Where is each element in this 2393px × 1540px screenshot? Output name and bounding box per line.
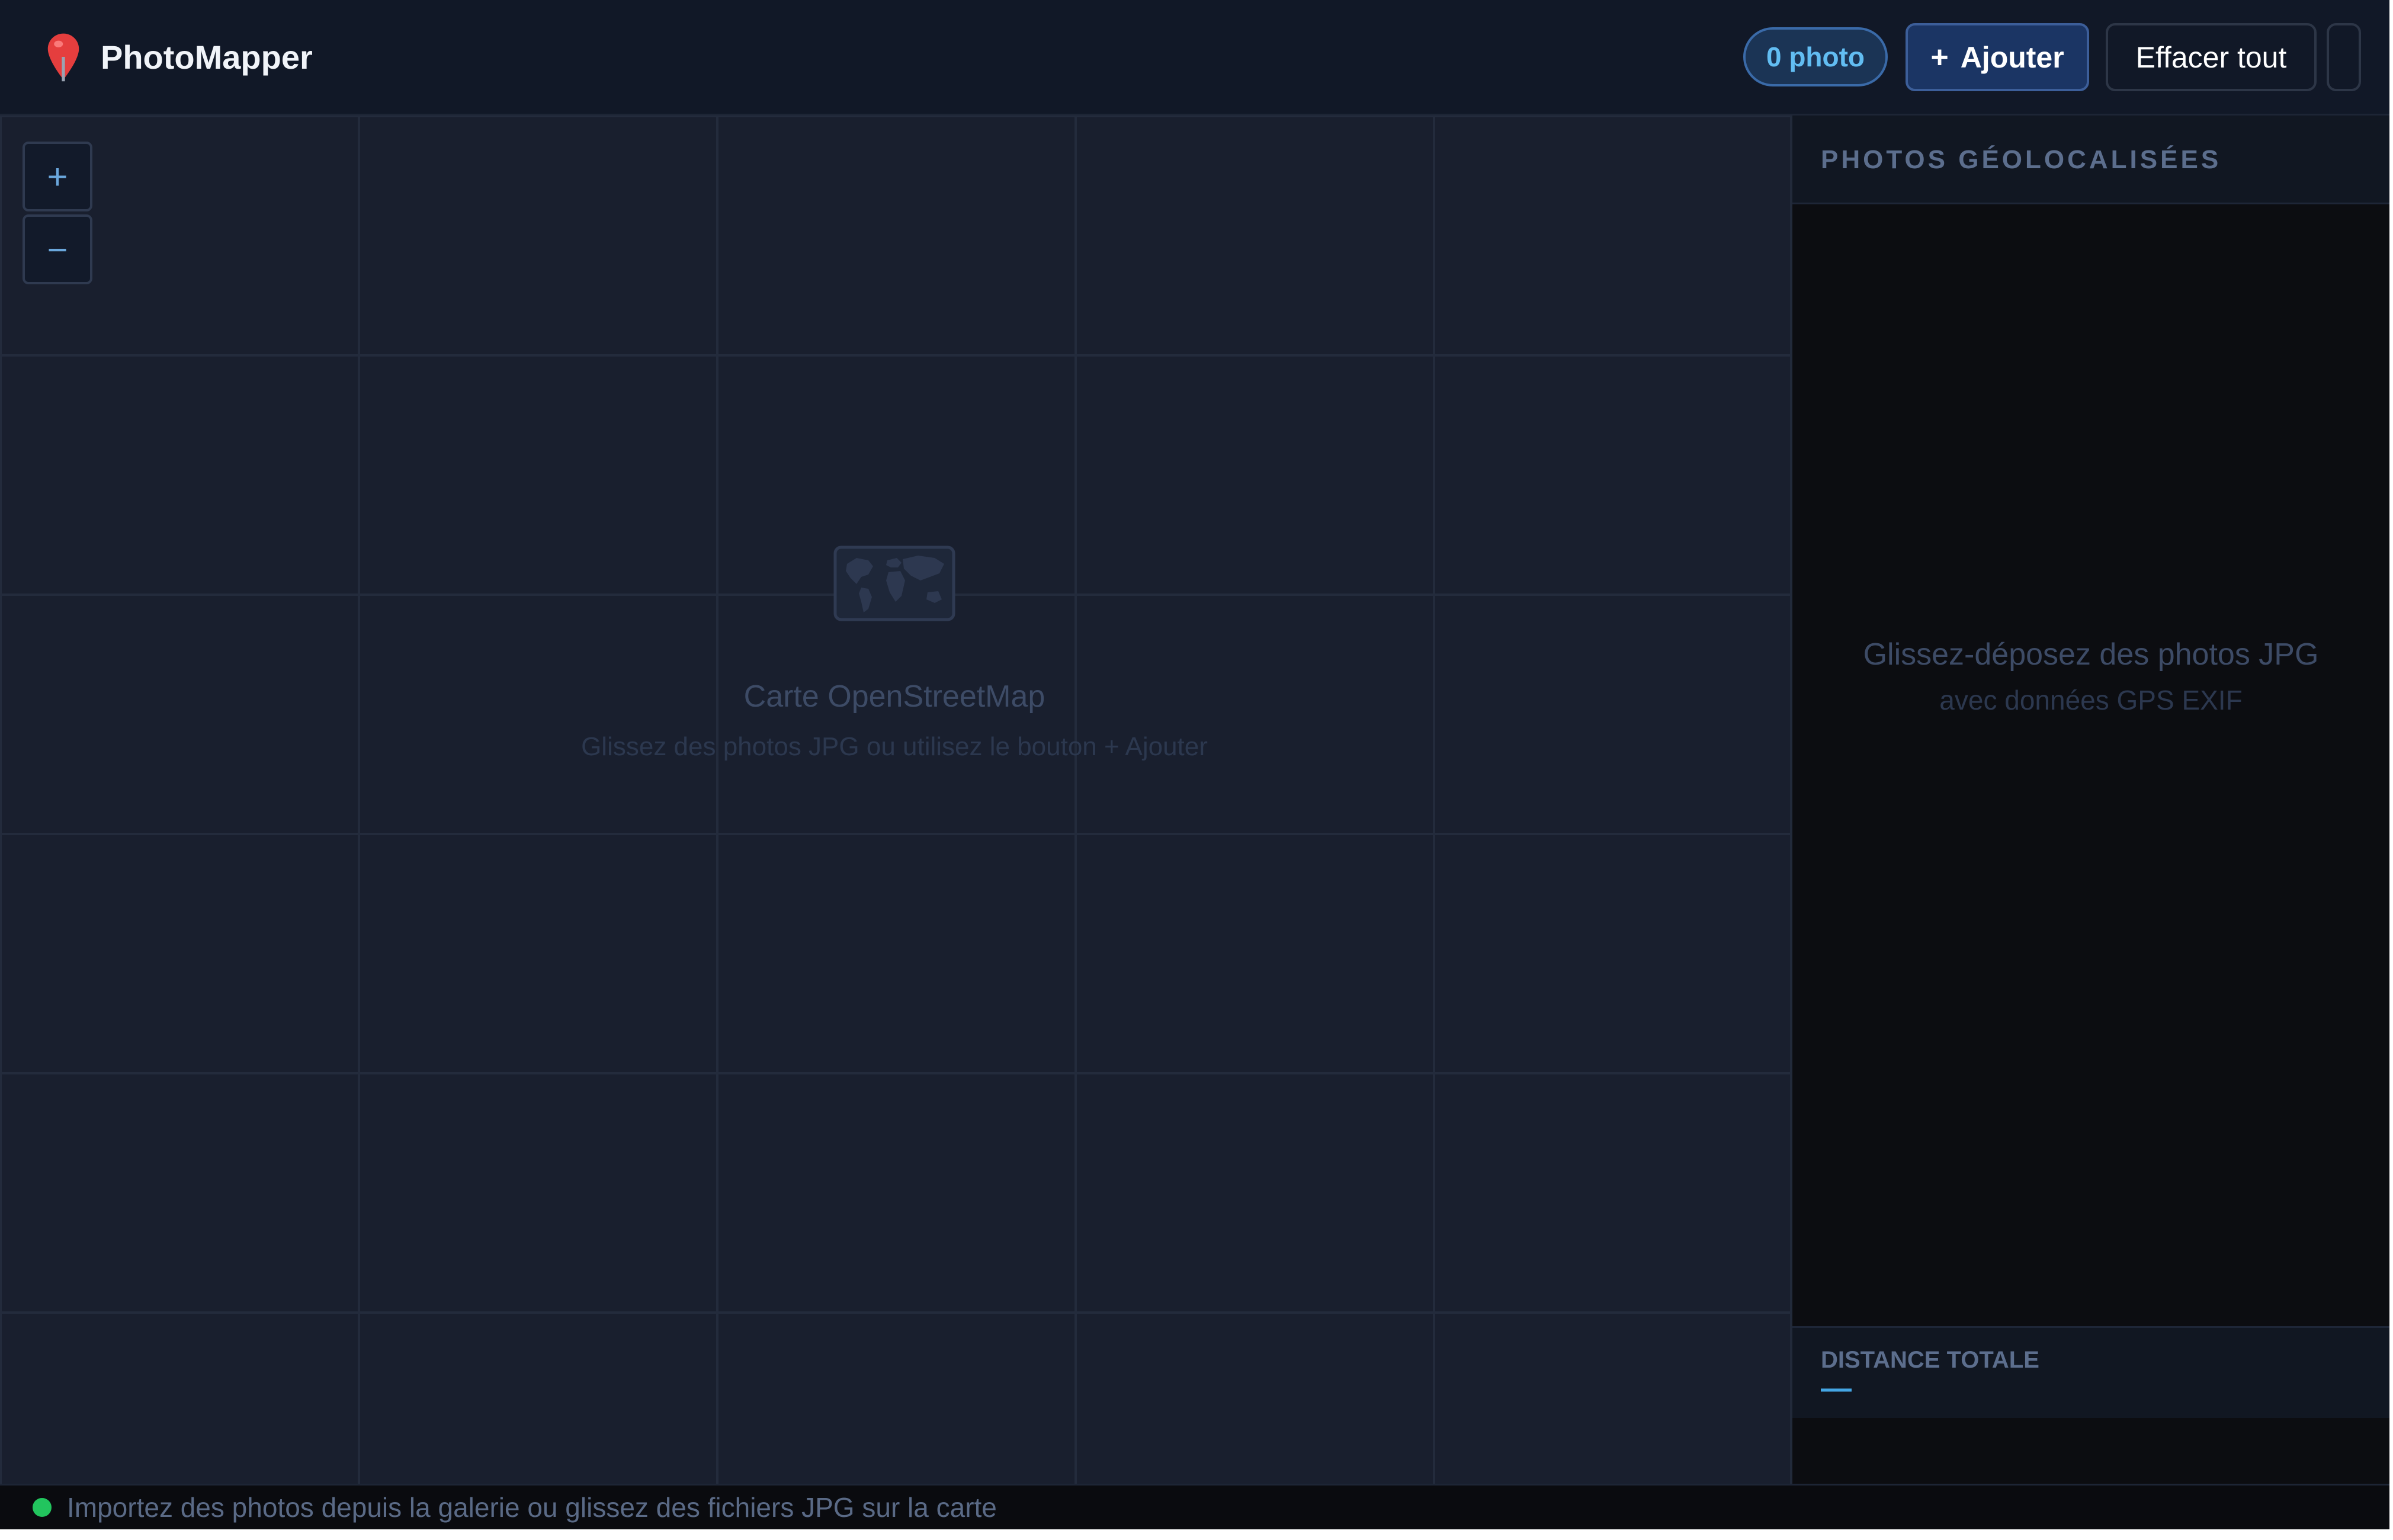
total-distance-value: — (1821, 1371, 1852, 1406)
top-bar: PhotoMapper 0 photo + Ajouter Effacer to… (0, 0, 2389, 116)
photo-count-badge: 0 photo (1743, 27, 1888, 86)
add-photos-label: Ajouter (1960, 40, 2064, 74)
zoom-out-button[interactable]: − (23, 214, 92, 284)
total-distance-label: DISTANCE TOTALE (1821, 1347, 2039, 1373)
photo-drop-zone[interactable]: Glissez-déposez des photos JPG avec donn… (1792, 637, 2389, 716)
status-indicator (33, 1498, 52, 1517)
zoom-in-button[interactable]: + (23, 142, 92, 211)
photomapper-app: PhotoMapper 0 photo + Ajouter Effacer to… (0, 0, 2389, 1529)
app-name: PhotoMapper (101, 38, 313, 76)
sidebar-header: PHOTOS GÉOLOCALISÉES (1792, 116, 2389, 204)
map-pin-icon (47, 33, 79, 82)
map-area[interactable]: + − Carte OpenStreetMap Glissez des phot… (0, 116, 1790, 1484)
photo-sidebar: PHOTOS GÉOLOCALISÉES Glissez-déposez des… (1790, 116, 2389, 1484)
app-logo: PhotoMapper (37, 27, 313, 86)
drop-hint-secondary: avec données GPS EXIF (1939, 685, 2243, 716)
clear-all-button[interactable]: Effacer tout (2106, 23, 2317, 91)
map-placeholder: Carte OpenStreetMap Glissez des photos J… (533, 545, 1256, 762)
map-hint: Glissez des photos JPG ou utilisez le bo… (581, 732, 1208, 761)
map-title: Carte OpenStreetMap (743, 679, 1045, 714)
total-distance-panel: DISTANCE TOTALE — (1792, 1326, 2389, 1418)
status-text: Importez des photos depuis la galerie ou… (67, 1492, 997, 1523)
add-photos-button[interactable]: + Ajouter (1906, 23, 2089, 91)
world-map-icon (833, 546, 955, 621)
sidebar-title: PHOTOS GÉOLOCALISÉES (1821, 145, 2222, 174)
status-bar: Importez des photos depuis la galerie ou… (0, 1484, 2389, 1529)
plus-icon: + (1930, 40, 1949, 75)
drop-hint-primary: Glissez-déposez des photos JPG (1863, 637, 2319, 672)
menu-button[interactable] (2327, 23, 2361, 91)
